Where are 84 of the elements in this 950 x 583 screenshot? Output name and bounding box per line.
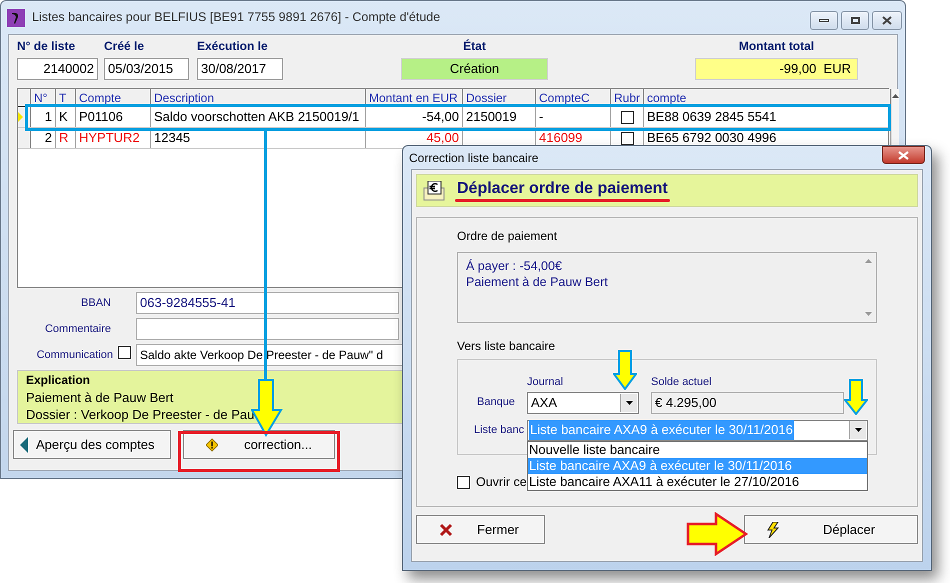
dialog-heading: Déplacer ordre de paiement [457, 180, 668, 198]
input-field[interactable]: 30/08/2017 [197, 58, 283, 80]
table-cell: 1 [31, 107, 56, 127]
dropdown-button[interactable] [849, 421, 866, 439]
section-label: Vers liste bancaire [457, 338, 556, 355]
move-button[interactable]: Déplacer [744, 515, 918, 544]
payment-text: Paiement à de Pauw Bert [466, 274, 609, 290]
explanation-text: Dossier : Verkoop De Preester - de Pau [26, 406, 254, 423]
app-icon [7, 8, 25, 26]
dropdown-option[interactable]: Nouvelle liste bancaire [528, 442, 867, 458]
payment-text: Á payer : -54,00€ [466, 258, 563, 274]
column-header[interactable]: CompteC [536, 89, 611, 106]
table-cell: 2 [31, 128, 56, 148]
field-label: BBAN [80, 296, 111, 311]
field-label: Exécution le [197, 38, 269, 55]
table-cell: R [56, 128, 76, 148]
input-field[interactable] [136, 318, 399, 340]
maximize-button[interactable] [841, 11, 869, 30]
field-label: Liste banc [474, 422, 526, 438]
close-button[interactable] [872, 11, 902, 30]
table-cell: Saldo voorschotten AKB 2150019/1 [151, 107, 366, 127]
table-cell: K [56, 107, 76, 127]
field-label: Banque [476, 395, 516, 410]
column-header[interactable]: Dossier [463, 89, 536, 106]
column-header[interactable]: Description [151, 89, 366, 106]
down-arrow-icon [844, 379, 868, 415]
close-icon [898, 150, 909, 160]
bank-combo[interactable]: AXA [527, 392, 639, 414]
column-header[interactable]: N° [31, 89, 56, 106]
table-cell: HYPTUR2 [76, 128, 151, 148]
explanation-text: Paiement à de Pauw Bert [26, 389, 174, 406]
table-cell: P01106 [76, 107, 151, 127]
row-header[interactable] [18, 128, 31, 148]
balance-field: € 4.295,00 [651, 392, 844, 414]
dialog-title: Correction liste bancaire [409, 150, 538, 166]
table-cell: - [536, 107, 611, 127]
input-field[interactable]: 063-9284555-41 [136, 292, 399, 314]
window-title: Listes bancaires pour BELFIUS [BE91 7755 9891 2676] - Compte d'étude [32, 9, 440, 26]
status-field: Création [401, 58, 548, 80]
checkbox[interactable] [457, 476, 470, 489]
euro-envelope-icon [423, 180, 445, 200]
down-arrow-icon [613, 350, 637, 390]
dropdown-button[interactable] [620, 394, 637, 412]
close-dialog-button[interactable]: Fermer [416, 515, 545, 544]
field-label: Montant total [738, 38, 814, 55]
left-arrow-icon [20, 436, 28, 452]
caret-icon [626, 400, 632, 404]
caret-icon [854, 428, 862, 432]
accounts-overview-button[interactable]: Aperçu des comptes [13, 430, 171, 459]
cross-icon [439, 522, 453, 536]
dropdown-option[interactable]: Liste bancaire AXA11 à exécuter le 27/10/2016 [528, 474, 867, 490]
scroll-up-icon [892, 94, 899, 98]
warning-icon [206, 438, 218, 452]
field-label: Journal [527, 375, 564, 390]
right-arrow-icon [686, 512, 748, 556]
scroll-down-icon [864, 312, 872, 316]
minimize-button[interactable] [810, 11, 838, 30]
current-row-icon [18, 112, 23, 122]
field-label: Solde actuel [651, 375, 712, 390]
close-button[interactable] [882, 146, 925, 164]
column-header[interactable]: Montant en EUR [366, 89, 463, 106]
input-field[interactable]: 2140002 [17, 58, 98, 80]
scroll-up-icon [864, 259, 872, 263]
table-cell: -54,00 [366, 107, 463, 127]
input-field[interactable]: 05/03/2015 [104, 58, 189, 80]
field-label: N° de liste [17, 38, 76, 55]
column-header[interactable]: T [56, 89, 76, 106]
checkbox[interactable] [118, 346, 131, 359]
panel-title: Explication [26, 372, 90, 389]
field-label: Communication [36, 348, 113, 363]
field-label: Créé le [104, 38, 146, 55]
section-label: Ordre de paiement [457, 228, 558, 245]
column-header[interactable]: Compte [76, 89, 151, 106]
checkbox-label: Ouvrir ce [476, 474, 527, 491]
field-label: État [463, 38, 486, 55]
total-field: -99,00 EUR [695, 58, 858, 80]
column-header[interactable]: Rubr [611, 89, 644, 106]
field-label: Commentaire [44, 322, 111, 337]
close-icon [882, 16, 892, 25]
checkbox[interactable] [620, 132, 634, 144]
lightning-icon [767, 522, 779, 538]
checkbox[interactable] [620, 110, 634, 124]
table-cell: 2150019 [463, 107, 536, 127]
payment-text-area[interactable]: Á payer : -54,00€ Paiement à de Pauw Bert [457, 252, 877, 323]
